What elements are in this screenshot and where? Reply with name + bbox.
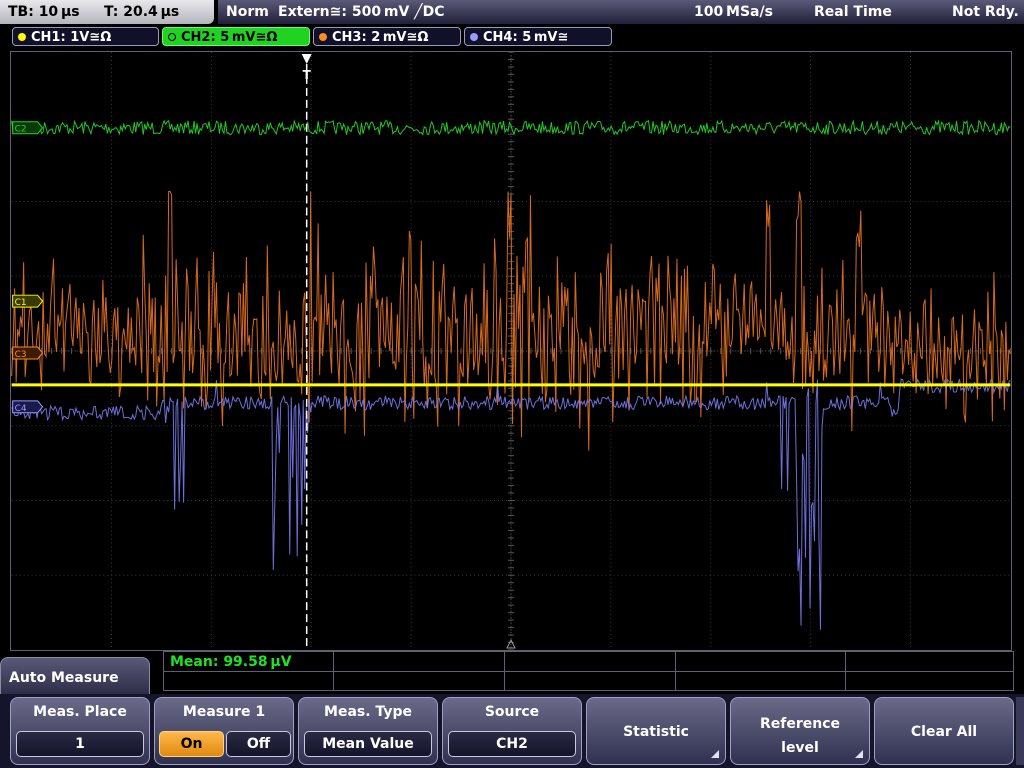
softkey-label-line2: level <box>781 740 819 756</box>
channel-tab-ch3[interactable]: CH3: 2 mV≅Ω <box>313 27 461 46</box>
ch4-offset-marker[interactable]: C4 <box>12 400 44 414</box>
channel-tab-label: CH2: 5 mV≅Ω <box>181 30 278 45</box>
clear-all-softkey[interactable]: Clear All <box>874 697 1014 765</box>
graticule <box>11 52 1011 650</box>
ch1-offset-marker[interactable]: C1 <box>12 294 44 308</box>
channel-tab-ch4[interactable]: CH4: 5 mV≅ <box>464 27 612 46</box>
panel-edge <box>1016 697 1024 765</box>
waveform-display[interactable]: T C2 C1 C3 C4 <box>10 51 1012 651</box>
softkey-label: Meas. Type <box>324 704 412 720</box>
trigger-source[interactable]: Extern≅: 500 mV ╱DC <box>278 0 445 24</box>
softkey-label: Statistic <box>623 724 689 740</box>
meas-type-softkey[interactable]: Meas. Type Mean Value <box>298 697 438 765</box>
channel-tab-label: CH4: 5 mV≅ <box>483 30 569 45</box>
ch3-offset-marker[interactable]: C3 <box>12 346 44 360</box>
softkey-label: Source <box>484 704 540 720</box>
statistic-softkey[interactable]: Statistic <box>586 697 726 765</box>
channel-tab-label: CH3: 2 mV≅Ω <box>332 30 429 45</box>
softkey-label: Measure 1 <box>182 704 266 720</box>
submenu-arrow-icon <box>711 750 719 758</box>
measure-toggle-softkey[interactable]: Measure 1 On Off <box>154 697 294 765</box>
ch1-marker-label: C1 <box>15 298 27 308</box>
meas-place-softkey[interactable]: Meas. Place 1 <box>10 697 150 765</box>
sample-rate: 100 MSa/s <box>694 4 773 20</box>
reference-level-softkey[interactable]: Reference level <box>730 697 870 765</box>
timebase-readout: TB: 10 µs <box>8 4 80 20</box>
meas-type-value[interactable]: Mean Value <box>304 731 432 757</box>
trigger-position-marker-icon[interactable] <box>301 53 312 64</box>
meas-place-value[interactable]: 1 <box>16 731 144 757</box>
ch1-indicator-icon <box>18 33 26 41</box>
softkey-label: Clear All <box>910 724 978 740</box>
softkey-label-line1: Reference <box>759 716 841 732</box>
softkey-label: Meas. Place <box>33 704 127 720</box>
ch3-marker-label: C3 <box>15 350 27 360</box>
timebase-panel[interactable]: TB: 10 µs T: 20.4 µs <box>0 0 214 24</box>
channel-tab-ch2[interactable]: CH2: 5 mV≅Ω <box>162 27 310 46</box>
status-bar: Norm Extern≅: 500 mV ╱DC 100 MSa/s Real … <box>218 0 1024 24</box>
acquisition-mode: Real Time <box>814 4 892 20</box>
measure-off-option[interactable]: Off <box>226 731 291 757</box>
source-softkey[interactable]: Source CH2 <box>442 697 582 765</box>
trigger-time-readout: T: 20.4 µs <box>104 4 180 20</box>
submenu-arrow-icon <box>855 750 863 758</box>
ch4-marker-label: C4 <box>15 404 27 414</box>
measure-on-option[interactable]: On <box>159 731 224 757</box>
ready-state: Not Rdy. <box>952 4 1019 20</box>
channel-tab-ch1[interactable]: CH1: 1V≅Ω <box>12 27 159 46</box>
measurement-result: Mean: 99.58 µV <box>170 654 292 670</box>
ch2-offset-marker[interactable]: C2 <box>12 121 44 135</box>
ch3-indicator-icon <box>319 33 327 41</box>
trigger-mode[interactable]: Norm <box>226 0 269 24</box>
menu-title: Auto Measure <box>0 657 150 697</box>
ch4-indicator-icon <box>470 33 478 41</box>
ch2-indicator-icon <box>168 33 176 41</box>
trigger-t-icon: T <box>303 68 312 82</box>
channel-tab-label: CH1: 1V≅Ω <box>31 30 112 45</box>
ch2-marker-label: C2 <box>15 125 27 135</box>
source-value[interactable]: CH2 <box>448 731 576 757</box>
